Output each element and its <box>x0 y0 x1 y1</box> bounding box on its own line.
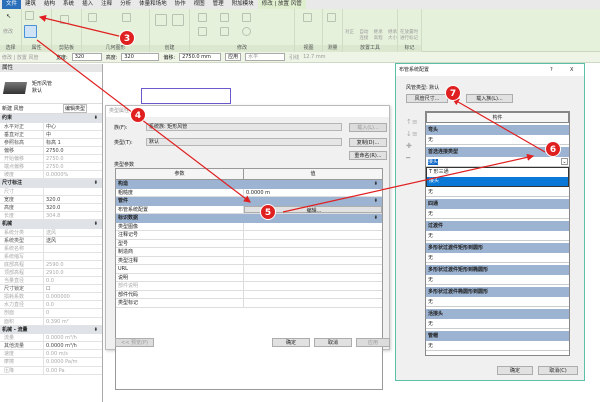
arrow-5 <box>282 153 535 213</box>
arrow-4 <box>36 39 251 203</box>
step-badge-3: 3 <box>119 30 135 46</box>
step-badge-6: 6 <box>545 141 561 157</box>
arrow-6 <box>451 98 546 153</box>
annotation-arrows <box>36 14 546 213</box>
step-badge-5: 5 <box>260 204 276 220</box>
step-badge-4: 4 <box>130 107 146 123</box>
step-badge-7: 7 <box>445 85 461 101</box>
arrow-3 <box>38 14 128 39</box>
